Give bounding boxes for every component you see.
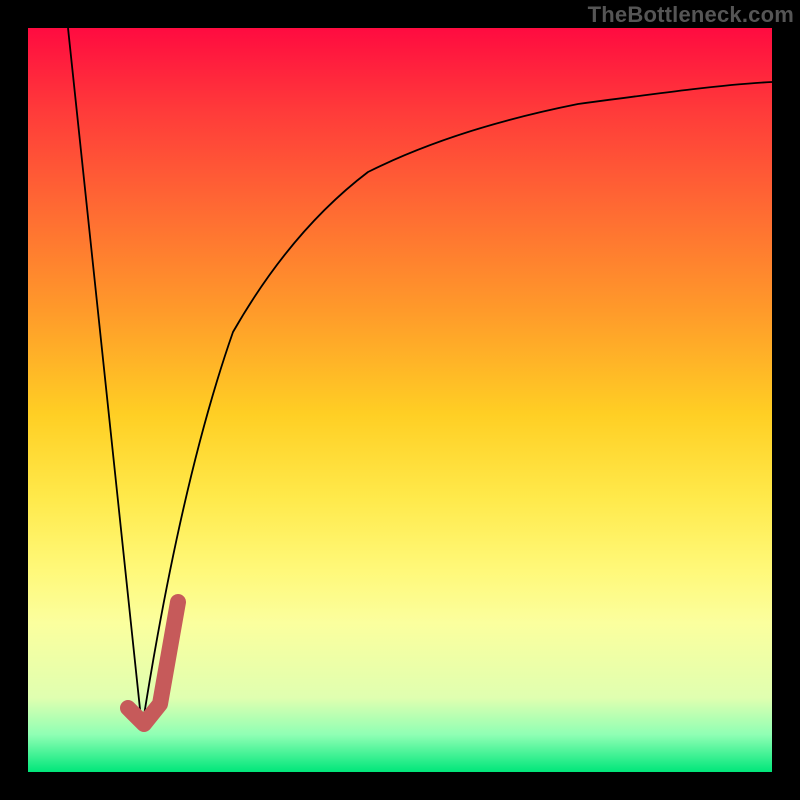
plot-svg (28, 28, 772, 772)
chart-frame: TheBottleneck.com (0, 0, 800, 800)
watermark-text: TheBottleneck.com (588, 2, 794, 28)
plot-area (28, 28, 772, 772)
